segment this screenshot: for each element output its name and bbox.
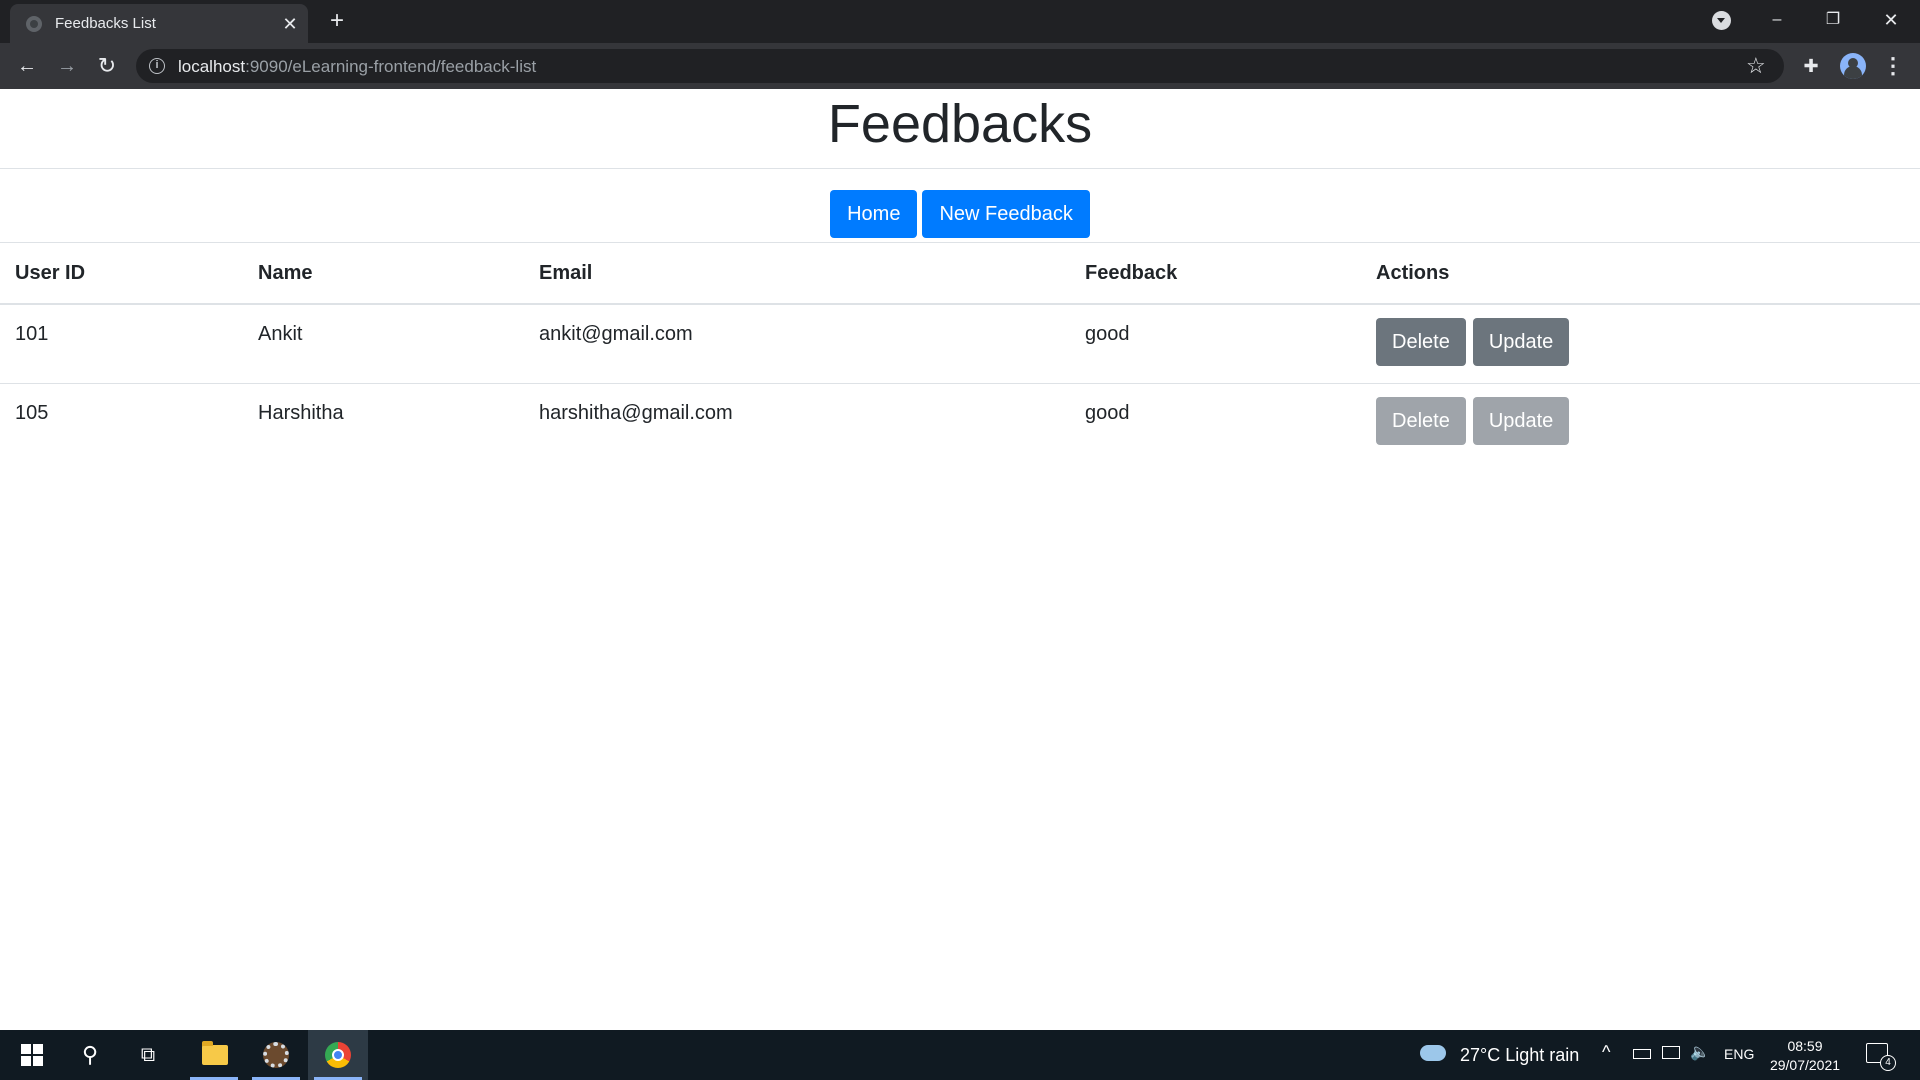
- cell-email: ankit@gmail.com: [524, 304, 1070, 384]
- clock-date: 29/07/2021: [1769, 1057, 1841, 1073]
- home-button[interactable]: Home: [830, 190, 918, 238]
- close-icon[interactable]: ✕: [278, 12, 302, 36]
- chevron-up-icon[interactable]: ^: [1602, 1042, 1610, 1063]
- cell-actions: Delete Update: [1361, 383, 1920, 462]
- cloud-rain-icon[interactable]: [1420, 1045, 1446, 1061]
- tab-title: Feedbacks List: [55, 15, 156, 32]
- language-indicator[interactable]: ENG: [1724, 1046, 1754, 1062]
- url-text[interactable]: localhost:9090/eLearning-frontend/feedba…: [178, 57, 536, 77]
- page-title: Feedbacks: [827, 94, 1093, 154]
- taskbar: ⚲ ⧉ 27°C Light rain ^ 🔈 ENG 08:59 29/07/…: [0, 1030, 1920, 1080]
- start-pane: [21, 1056, 31, 1066]
- minimize-button[interactable]: –: [1754, 6, 1800, 34]
- table-header-row: User ID Name Email Feedback Actions: [0, 243, 1920, 305]
- notification-count-badge: 4: [1880, 1055, 1896, 1071]
- windows-start-icon[interactable]: [10, 1030, 54, 1080]
- cell-email: harshitha@gmail.com: [539, 401, 733, 424]
- forward-arrow-icon[interactable]: →: [52, 51, 82, 81]
- cell-name: Ankit: [243, 304, 524, 384]
- update-button[interactable]: Update: [1472, 318, 1570, 366]
- table-row: 101 Ankit ankit@gmail.com good Delete Upd…: [0, 304, 1920, 384]
- cell-feedback: good: [1085, 401, 1130, 424]
- start-pane: [33, 1044, 43, 1054]
- battery-icon[interactable]: [1633, 1049, 1651, 1059]
- kebab-menu-icon[interactable]: ⋮: [1882, 51, 1904, 81]
- column-header-feedback: Feedback: [1070, 243, 1361, 305]
- browser-toolbar: ← → ↻ i localhost:9090/eLearning-fronten…: [0, 43, 1920, 89]
- delete-button[interactable]: Delete: [1376, 318, 1466, 366]
- table-row: 105 Harshitha harshitha@gmail.com good D…: [0, 383, 1920, 462]
- cell-feedback: good: [1070, 304, 1361, 384]
- new-feedback-button[interactable]: New Feedback: [922, 190, 1090, 238]
- reload-icon[interactable]: ↻: [92, 51, 122, 81]
- cell-user-id: 105: [15, 401, 49, 424]
- network-icon[interactable]: [1662, 1046, 1680, 1059]
- chrome-app-icon[interactable]: [308, 1030, 368, 1080]
- url-host: localhost: [178, 57, 246, 76]
- task-view-icon[interactable]: ⧉: [126, 1030, 170, 1080]
- cell-actions: Delete Update: [1361, 304, 1920, 384]
- star-icon[interactable]: ☆: [1746, 53, 1766, 79]
- plus-icon[interactable]: +: [323, 8, 351, 36]
- clock[interactable]: 08:59 29/07/2021: [1768, 1037, 1842, 1075]
- folder-icon: [202, 1041, 228, 1065]
- column-header-email: Email: [524, 243, 1070, 305]
- url-path: :9090/eLearning-frontend/feedback-list: [245, 57, 537, 76]
- chrome-icon: [325, 1042, 351, 1068]
- browser-tab[interactable]: Feedbacks List ✕: [10, 4, 308, 43]
- column-header-name: Name: [243, 243, 524, 305]
- divider: [0, 168, 1920, 169]
- start-pane: [33, 1056, 43, 1066]
- tab-search-icon[interactable]: [1712, 11, 1731, 30]
- cell-name: Harshitha: [258, 401, 344, 424]
- cell-user-id: 101: [0, 304, 243, 384]
- start-pane: [21, 1044, 31, 1054]
- column-header-actions: Actions: [1361, 243, 1920, 305]
- search-icon[interactable]: ⚲: [68, 1030, 112, 1080]
- restore-button[interactable]: ❐: [1810, 6, 1856, 34]
- column-header-user-id: User ID: [0, 243, 243, 305]
- gear-icon: [263, 1042, 289, 1068]
- weather-text[interactable]: 27°C Light rain: [1460, 1045, 1579, 1066]
- update-button[interactable]: Update: [1472, 396, 1570, 445]
- back-arrow-icon[interactable]: ←: [12, 51, 42, 81]
- browser-tab-strip: Feedbacks List ✕ + – ❐ ✕: [0, 0, 1920, 43]
- address-bar[interactable]: i localhost:9090/eLearning-frontend/feed…: [136, 49, 1784, 83]
- avatar[interactable]: [1840, 53, 1866, 79]
- info-icon[interactable]: i: [149, 58, 165, 74]
- feedback-table: User ID Name Email Feedback Actions 101 …: [0, 243, 1920, 462]
- action-bar: Home New Feedback: [0, 190, 1920, 238]
- puzzle-icon[interactable]: ✚: [1800, 55, 1822, 77]
- globe-icon: [26, 16, 42, 32]
- delete-button[interactable]: Delete: [1376, 396, 1466, 445]
- clock-time: 08:59: [1787, 1038, 1823, 1054]
- page-content: Feedbacks Home New Feedback User ID Name…: [0, 89, 1920, 1030]
- volume-icon[interactable]: 🔈: [1690, 1042, 1710, 1062]
- settings-app-icon[interactable]: [246, 1030, 306, 1080]
- file-explorer-icon[interactable]: [184, 1030, 244, 1080]
- close-window-button[interactable]: ✕: [1868, 6, 1914, 34]
